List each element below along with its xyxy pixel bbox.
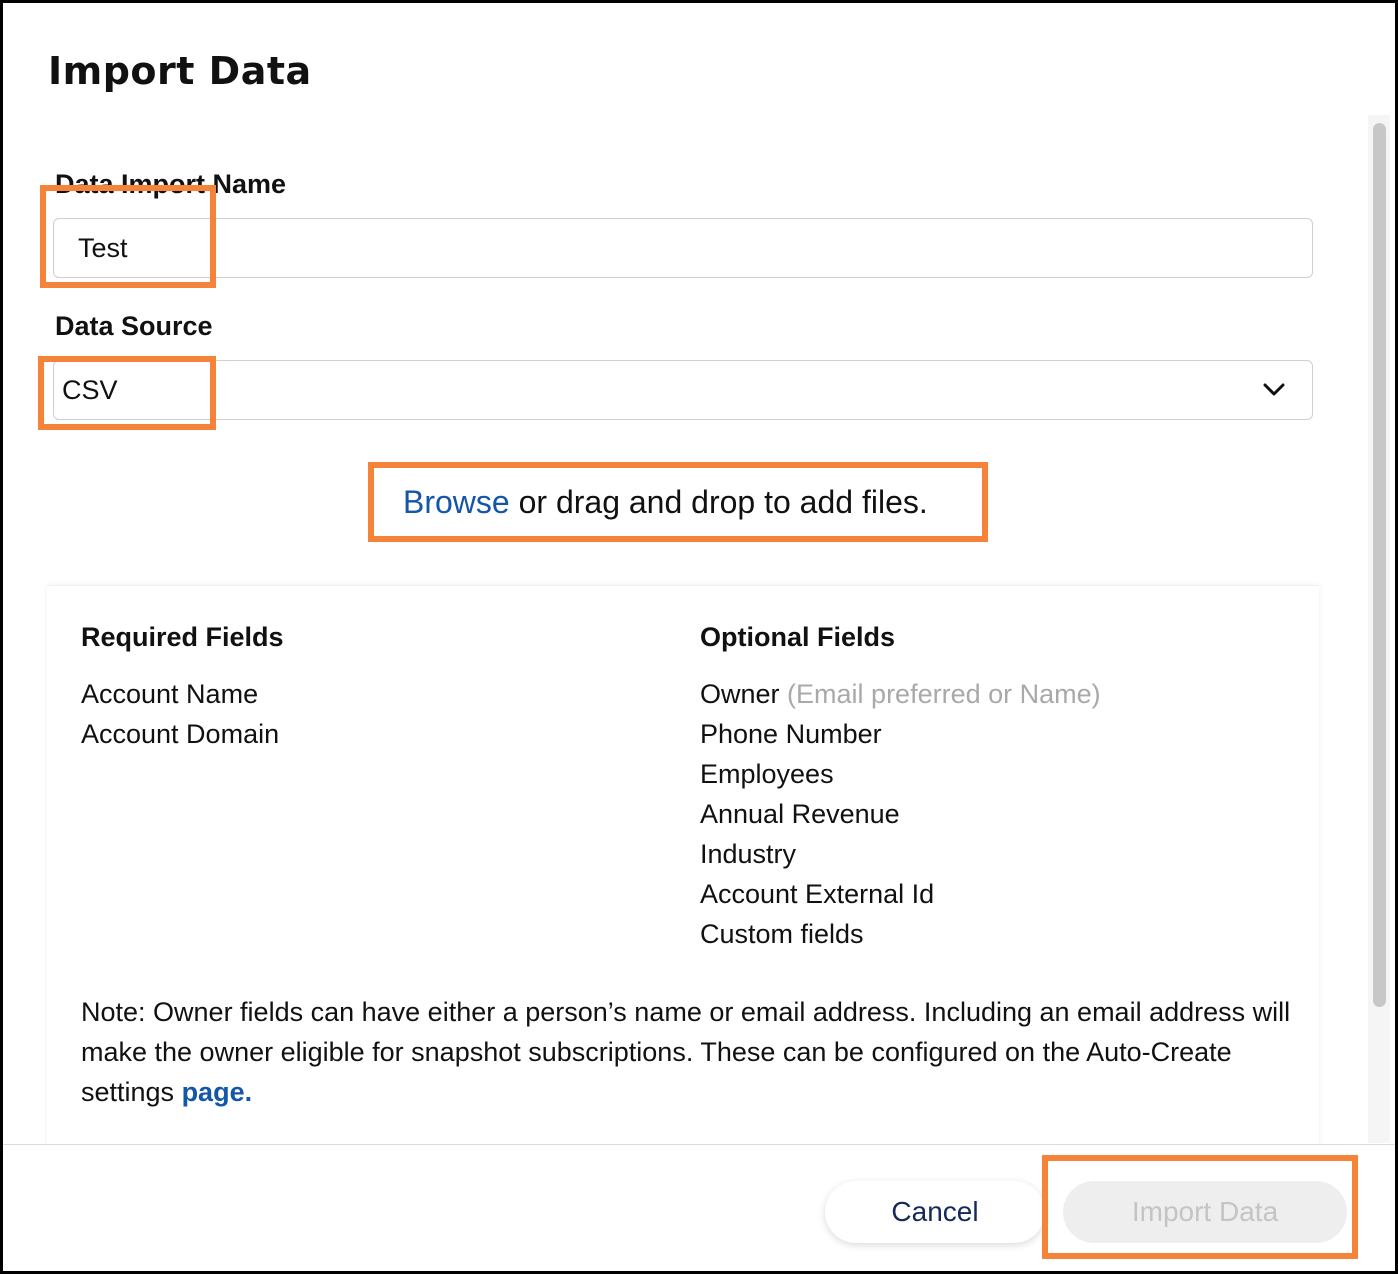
optional-fields-list: Owner (Email preferred or Name) Phone Nu… bbox=[700, 674, 1101, 954]
highlight-box bbox=[368, 462, 988, 542]
dialog-title: Import Data bbox=[48, 49, 312, 93]
scrollbar[interactable] bbox=[1368, 115, 1390, 1143]
owner-note-text: Note: Owner fields can have either a per… bbox=[81, 997, 1291, 1107]
highlight-box bbox=[40, 185, 216, 288]
owner-field-hint: (Email preferred or Name) bbox=[787, 679, 1101, 709]
owner-note: Note: Owner fields can have either a per… bbox=[81, 992, 1291, 1112]
list-item: Account Name bbox=[81, 679, 259, 709]
highlight-box bbox=[1042, 1155, 1358, 1259]
scroll-thumb[interactable] bbox=[1373, 123, 1386, 1007]
data-source-label: Data Source bbox=[55, 311, 213, 341]
chevron-down-icon[interactable] bbox=[1262, 379, 1286, 401]
list-item: Employees bbox=[700, 759, 834, 789]
owner-field: Owner bbox=[700, 679, 780, 709]
list-item: Industry bbox=[700, 839, 797, 869]
data-source-select[interactable]: CSV bbox=[53, 360, 1313, 420]
data-import-name-input[interactable]: Test bbox=[53, 218, 1313, 278]
auto-create-settings-link[interactable]: page. bbox=[182, 1077, 253, 1107]
list-item: Annual Revenue bbox=[700, 799, 900, 829]
cancel-button[interactable]: Cancel bbox=[825, 1181, 1045, 1243]
fields-info-panel: Required Fields Account Name Account Dom… bbox=[47, 585, 1319, 1186]
list-item: Owner (Email preferred or Name) bbox=[700, 674, 1101, 714]
list-item: Account Domain bbox=[81, 719, 280, 749]
required-fields-list: Account Name Account Domain bbox=[81, 674, 279, 754]
highlight-box bbox=[38, 356, 216, 430]
list-item: Phone Number bbox=[700, 719, 882, 749]
list-item: Account External Id bbox=[700, 879, 935, 909]
required-fields-heading: Required Fields bbox=[81, 622, 284, 652]
list-item: Custom fields bbox=[700, 919, 864, 949]
optional-fields-heading: Optional Fields bbox=[700, 622, 896, 652]
import-data-dialog: Import Data Data Import Name Test Data S… bbox=[0, 0, 1398, 1274]
